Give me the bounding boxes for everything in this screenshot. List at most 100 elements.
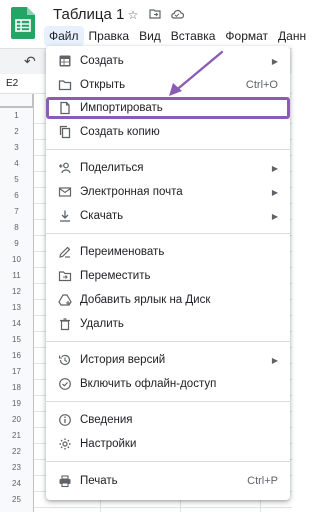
undo-icon[interactable]: ↶	[24, 53, 36, 70]
copy-icon	[58, 125, 72, 139]
row-header[interactable]: 7	[0, 204, 34, 220]
title-bar: Таблица 1 ☆ Файл Правка Вид Вставка Форм…	[0, 0, 306, 48]
row-header[interactable]: 9	[0, 236, 34, 252]
menu-view[interactable]: Вид	[134, 26, 166, 46]
row-header[interactable]: 2	[0, 124, 34, 140]
menu-item-settings[interactable]: Настройки	[46, 433, 290, 455]
menu-separator	[46, 233, 290, 234]
menu-item-label: Включить офлайн-доступ	[80, 378, 217, 390]
submenu-arrow-icon: ▶	[271, 355, 278, 365]
menu-edit[interactable]: Правка	[84, 26, 135, 46]
row-header[interactable]: 16	[0, 348, 34, 364]
menu-item-move[interactable]: Переместить	[46, 265, 290, 287]
menu-item-label: Создать копию	[80, 126, 160, 138]
row-header[interactable]: 24	[0, 476, 34, 492]
menu-item-label: Электронная почта	[80, 186, 183, 198]
row-header[interactable]: 18	[0, 380, 34, 396]
cloud-icon[interactable]	[170, 6, 185, 24]
menu-item-rename[interactable]: Переименовать	[46, 241, 290, 263]
row-header[interactable]: 6	[0, 188, 34, 204]
menu-item-offline[interactable]: Включить офлайн-доступ	[46, 373, 290, 395]
menu-item-label: Скачать	[80, 210, 124, 222]
name-box[interactable]: E2	[6, 78, 18, 89]
menu-item-label: Добавить ярлык на Диск	[80, 294, 211, 306]
submenu-arrow-icon: ▶	[271, 56, 278, 66]
document-title[interactable]: Таблица 1	[53, 6, 124, 23]
row-header[interactable]: 22	[0, 444, 34, 460]
menu-file[interactable]: Файл	[44, 26, 84, 46]
menu-item-print[interactable]: Печать Ctrl+P	[46, 470, 290, 492]
menu-insert[interactable]: Вставка	[166, 26, 221, 46]
menu-item-details[interactable]: Сведения	[46, 409, 290, 431]
row-header[interactable]: 20	[0, 412, 34, 428]
row-header[interactable]: 26	[0, 508, 34, 512]
shortcut-text: Ctrl+P	[247, 475, 278, 487]
move-folder-icon	[58, 269, 72, 283]
menu-item-label: Создать	[80, 55, 124, 67]
row-header[interactable]: 19	[0, 396, 34, 412]
menu-data[interactable]: Данн	[273, 26, 311, 46]
submenu-arrow-icon: ▶	[271, 187, 278, 197]
file-icon	[58, 101, 72, 115]
grid-row[interactable]: 26	[0, 508, 292, 512]
print-icon	[58, 474, 72, 488]
menu-separator	[46, 341, 290, 342]
settings-icon	[58, 437, 72, 451]
row-header[interactable]: 25	[0, 492, 34, 508]
menu-item-download[interactable]: Скачать ▶	[46, 205, 290, 227]
menu-item-label: Сведения	[80, 414, 133, 426]
menu-item-import[interactable]: Импортировать	[46, 97, 290, 119]
row-header[interactable]: 15	[0, 332, 34, 348]
row-header[interactable]: 12	[0, 284, 34, 300]
menu-item-label: Переместить	[80, 270, 151, 282]
menu-item-label: Печать	[80, 475, 118, 487]
person-add-icon	[58, 161, 72, 175]
menu-item-add-shortcut[interactable]: Добавить ярлык на Диск	[46, 289, 290, 311]
menu-item-label: Настройки	[80, 438, 137, 450]
history-icon	[58, 353, 72, 367]
row-header[interactable]: 1	[0, 108, 34, 124]
menu-bar: Файл Правка Вид Вставка Формат Данн	[44, 26, 311, 46]
trash-icon	[58, 317, 72, 331]
grid-corner[interactable]	[0, 94, 34, 108]
folder-open-icon	[58, 78, 72, 92]
row-header[interactable]: 23	[0, 460, 34, 476]
sheets-logo-icon[interactable]	[11, 7, 35, 39]
row-header[interactable]: 10	[0, 252, 34, 268]
row-header[interactable]: 14	[0, 316, 34, 332]
row-header[interactable]: 13	[0, 300, 34, 316]
row-header[interactable]: 4	[0, 156, 34, 172]
shortcut-text: Ctrl+O	[245, 79, 278, 91]
menu-item-open[interactable]: Открыть Ctrl+O	[46, 74, 290, 96]
submenu-arrow-icon: ▶	[271, 163, 278, 173]
offline-icon	[58, 377, 72, 391]
download-icon	[58, 209, 72, 223]
row-header[interactable]: 17	[0, 364, 34, 380]
row-header[interactable]: 8	[0, 220, 34, 236]
menu-item-create[interactable]: Создать ▶	[46, 50, 290, 72]
row-header[interactable]: 5	[0, 172, 34, 188]
menu-item-label: История версий	[80, 354, 166, 366]
menu-separator	[46, 401, 290, 402]
file-menu: Создать ▶ Открыть Ctrl+O Импортировать С…	[46, 46, 290, 500]
drive-shortcut-icon	[58, 293, 72, 307]
row-header[interactable]: 21	[0, 428, 34, 444]
menu-item-label: Переименовать	[80, 246, 165, 258]
folder-move-icon[interactable]	[148, 6, 162, 24]
submenu-arrow-icon: ▶	[271, 211, 278, 221]
menu-item-label: Удалить	[80, 318, 124, 330]
menu-item-label: Открыть	[80, 79, 126, 91]
menu-item-share[interactable]: Поделиться ▶	[46, 157, 290, 179]
rename-icon	[58, 245, 72, 259]
menu-item-email[interactable]: Электронная почта ▶	[46, 181, 290, 203]
star-icon[interactable]: ☆	[126, 6, 140, 24]
menu-item-copy[interactable]: Создать копию	[46, 121, 290, 143]
menu-separator	[46, 149, 290, 150]
menu-item-delete[interactable]: Удалить	[46, 313, 290, 335]
menu-item-version-history[interactable]: История версий ▶	[46, 349, 290, 371]
info-icon	[58, 413, 72, 427]
menu-format[interactable]: Формат	[220, 26, 273, 46]
row-header[interactable]: 3	[0, 140, 34, 156]
row-header[interactable]: 11	[0, 268, 34, 284]
new-sheet-icon	[58, 54, 72, 68]
